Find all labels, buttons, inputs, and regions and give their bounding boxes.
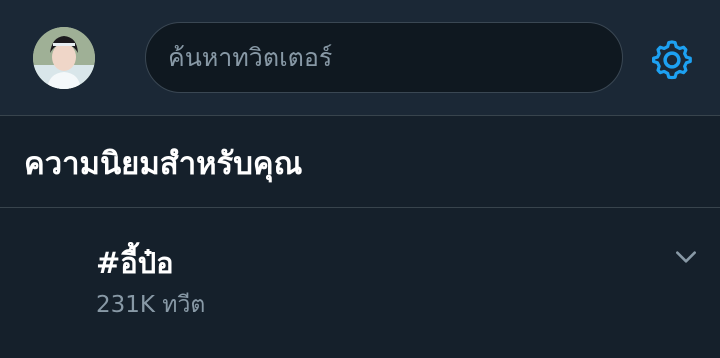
chevron-down-icon[interactable] — [673, 244, 699, 270]
section-title: ความนิยมสำหรับคุณ — [24, 146, 303, 182]
trend-item[interactable]: #อี้ป๋อ 231K ทวีต — [0, 208, 720, 358]
avatar-image — [33, 27, 95, 89]
gear-icon[interactable] — [649, 37, 695, 83]
search-input[interactable] — [168, 23, 598, 92]
top-bar — [0, 0, 720, 116]
trend-tweet-count: 231K ทวีต — [96, 292, 206, 318]
search-box[interactable] — [145, 22, 623, 93]
trend-name[interactable]: #อี้ป๋อ — [96, 242, 174, 284]
profile-avatar[interactable] — [33, 27, 95, 89]
